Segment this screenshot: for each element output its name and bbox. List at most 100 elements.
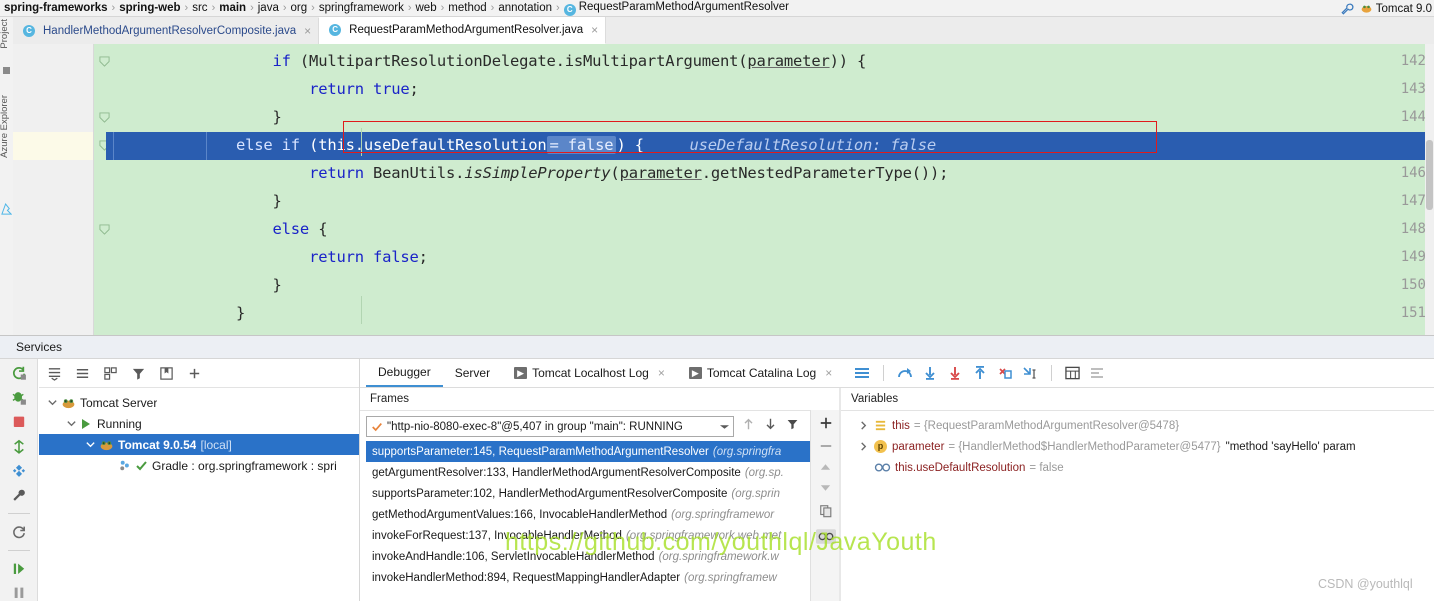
chevron-down-icon[interactable] [85,439,96,450]
code-line[interactable]: } [106,188,1434,216]
debug-tab-bar: DebuggerServer▶Tomcat Localhost Log×▶Tom… [360,359,1434,388]
frames-list[interactable]: supportsParameter:145, RequestParamMetho… [366,441,836,588]
add-service-icon[interactable] [187,366,202,381]
run-to-cursor-icon[interactable] [1022,366,1038,380]
variable-row[interactable]: this= {RequestParamMethodArgumentResolve… [841,415,1434,436]
code-line[interactable]: return BeanUtils.isSimpleProperty(parame… [106,160,1434,188]
close-icon[interactable]: × [304,24,311,38]
debug-tab-tomcat-localhost-log[interactable]: ▶Tomcat Localhost Log× [502,360,677,387]
collapse-all-icon[interactable] [75,366,90,381]
editor-tab[interactable]: CHandlerMethodArgumentResolverComposite.… [13,18,319,44]
code-line[interactable]: return false; [106,244,1434,272]
breadcrumb-item-web[interactable]: web [416,2,437,14]
frame-item[interactable]: invokeHandlerMethod:894, RequestMappingH… [366,567,836,588]
connections-icon[interactable] [10,463,28,479]
bookmark-icon[interactable] [159,366,174,381]
tree-item-tomcat-9-0-54[interactable]: Tomcat 9.0.54[local] [39,434,359,455]
layout-icon[interactable] [854,366,870,380]
wrench-icon[interactable] [1340,2,1354,16]
breadcrumb-item-spring-web[interactable]: spring-web [119,2,180,14]
deploy-icon[interactable] [10,439,28,455]
debug-tab-debugger[interactable]: Debugger [366,360,443,387]
settings-wrench-icon[interactable] [10,488,28,504]
code-line[interactable]: else { [106,216,1434,244]
run-configuration[interactable]: Tomcat 9.0 [1360,2,1432,15]
force-step-into-icon[interactable] [947,366,963,380]
refresh-icon[interactable] [10,524,28,540]
close-icon[interactable]: × [825,366,832,380]
filter-icon[interactable] [131,366,146,381]
frame-method: invokeHandlerMethod:894, RequestMappingH… [372,572,680,584]
breadcrumb-item-springframework[interactable]: springframework [319,2,404,14]
up-icon[interactable] [819,462,832,472]
scrollbar-thumb[interactable] [1426,140,1433,210]
breadcrumb-item-annotation[interactable]: annotation [498,2,552,14]
chevron-down-icon[interactable] [66,418,77,429]
code-line[interactable]: } [106,104,1434,132]
breadcrumb-item-main[interactable]: main [219,2,246,14]
watches-icon[interactable] [816,529,836,544]
frame-item[interactable]: getArgumentResolver:133, HandlerMethodAr… [366,462,836,483]
chevron-right-icon[interactable] [859,420,868,431]
breadcrumb-item-org[interactable]: org [291,2,308,14]
evaluate-icon[interactable] [1065,366,1080,380]
rerun-icon[interactable] [10,365,28,381]
pause-icon[interactable] [10,585,28,601]
thread-selector[interactable]: "http-nio-8080-exec-8"@5,407 in group "m… [366,416,734,437]
editor-gutter[interactable] [13,44,94,335]
close-icon[interactable]: × [658,366,665,380]
filter-frames-icon[interactable] [786,417,799,431]
frame-item[interactable]: supportsParameter:145, RequestParamMetho… [366,441,838,462]
tool-label-project[interactable]: Project [0,19,10,49]
breadcrumb-item-java[interactable]: java [258,2,279,14]
code-line[interactable]: } [106,300,1434,328]
add-icon[interactable] [819,416,833,430]
tool-label-azure-explorer[interactable]: Azure Explorer [0,95,10,158]
breadcrumb-item-spring-frameworks[interactable]: spring-frameworks [4,2,108,14]
debug-tab-tomcat-catalina-log[interactable]: ▶Tomcat Catalina Log× [677,360,844,387]
down-icon[interactable] [819,483,832,493]
chevron-right-icon[interactable] [859,441,868,452]
frame-down-icon[interactable] [764,417,777,431]
frame-item[interactable]: getMethodArgumentValues:166, InvocableHa… [366,504,836,525]
debug-icon[interactable] [10,390,28,406]
tree-item-running[interactable]: Running [39,413,359,434]
code-line[interactable]: return true; [106,76,1434,104]
code-editor[interactable]: 142 if (MultipartResolutionDelegate.isMu… [13,44,1434,335]
variable-row[interactable]: pparameter= {HandlerMethod$HandlerMethod… [841,436,1434,457]
breadcrumb-item-src[interactable]: src [192,2,207,14]
frame-item[interactable]: invokeForRequest:137, InvocableHandlerMe… [366,525,836,546]
group-icon[interactable] [103,366,118,381]
tree-item-gradle-org-springframework-s[interactable]: Gradle : org.springframework : spri [39,455,359,476]
chevron-down-icon[interactable] [47,397,58,408]
breadcrumb-item-requestparammethodargumentresolver[interactable]: CRequestParamMethodArgumentResolver [564,1,789,16]
breadcrumb-item-method[interactable]: method [448,2,486,14]
stop-icon[interactable] [10,414,28,430]
tree-item-tomcat-server[interactable]: Tomcat Server [39,392,359,413]
resume-icon[interactable] [10,561,28,577]
editor-tab[interactable]: CRequestParamMethodArgumentResolver.java… [319,17,606,44]
step-out-icon[interactable] [972,366,988,380]
services-tree[interactable]: Tomcat ServerRunningTomcat 9.0.54[local]… [39,359,360,601]
close-icon[interactable]: × [591,23,598,37]
settings-icon[interactable] [1089,366,1105,380]
variable-row[interactable]: this.useDefaultResolution= false [841,457,1434,478]
code-line[interactable]: } [106,272,1434,300]
chevron-down-icon[interactable] [720,424,729,430]
step-into-icon[interactable] [922,366,938,380]
frame-item[interactable]: invokeAndHandle:106, ServletInvocableHan… [366,546,836,567]
step-over-icon[interactable] [897,366,913,380]
frame-method: invokeForRequest:137, InvocableHandlerMe… [372,530,622,542]
breadcrumb-separator: › [212,2,216,14]
remove-icon[interactable] [819,441,833,451]
drop-frame-icon[interactable] [997,366,1013,380]
frame-item[interactable]: supportsParameter:102, HandlerMethodArgu… [366,483,836,504]
copy-icon[interactable] [819,504,833,518]
class-icon: C [23,25,35,37]
frame-up-icon[interactable] [742,417,755,431]
editor-scrollbar[interactable] [1425,44,1434,335]
code-line[interactable]: if (MultipartResolutionDelegate.isMultip… [106,48,1434,76]
debug-tab-server[interactable]: Server [443,360,502,387]
expand-all-icon[interactable] [47,366,62,381]
code-line-current[interactable]: else if (this.useDefaultResolution= fals… [106,132,1434,160]
